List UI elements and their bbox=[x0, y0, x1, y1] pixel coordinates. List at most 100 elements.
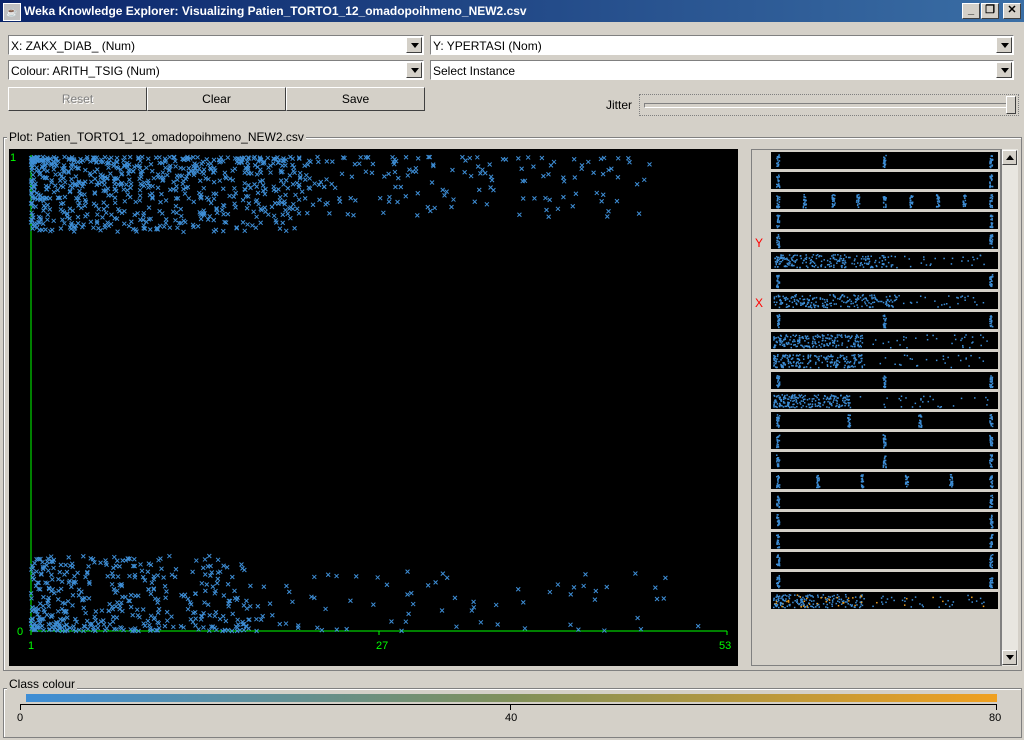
close-icon[interactable]: ✕ bbox=[1003, 3, 1021, 19]
jitter-slider[interactable] bbox=[639, 94, 1019, 116]
strip-point bbox=[846, 336, 849, 338]
strip-point bbox=[786, 335, 789, 338]
scatter-point bbox=[503, 157, 509, 162]
strip-point bbox=[777, 465, 780, 468]
scroll-down-icon[interactable] bbox=[1002, 650, 1017, 665]
attribute-strip[interactable] bbox=[771, 392, 998, 409]
attribute-strip[interactable] bbox=[771, 412, 998, 429]
attribute-strip[interactable] bbox=[771, 192, 998, 209]
minimize-icon[interactable]: _ bbox=[962, 3, 980, 19]
strip-point bbox=[922, 401, 924, 403]
strip-point bbox=[789, 339, 791, 341]
attribute-strip[interactable] bbox=[771, 452, 998, 469]
strip-point bbox=[959, 359, 962, 362]
strip-point bbox=[782, 400, 785, 403]
attribute-strip[interactable] bbox=[771, 432, 998, 449]
attribute-strip[interactable] bbox=[771, 572, 998, 589]
strip-point bbox=[883, 442, 885, 444]
attribute-strip[interactable] bbox=[771, 512, 998, 529]
strip-point bbox=[807, 354, 810, 357]
strip-point bbox=[800, 406, 803, 409]
scatter-point bbox=[126, 223, 132, 229]
attribute-strip[interactable] bbox=[771, 312, 998, 329]
strip-point bbox=[934, 257, 936, 260]
scatter-point bbox=[202, 600, 207, 605]
attribute-strip[interactable] bbox=[771, 352, 998, 369]
slider-thumb[interactable] bbox=[1006, 96, 1016, 114]
select-instance[interactable]: Select Instance bbox=[430, 60, 1014, 80]
strip-point bbox=[914, 402, 917, 405]
chevron-down-icon[interactable] bbox=[406, 62, 422, 78]
attribute-strip[interactable] bbox=[771, 272, 998, 289]
strip-point bbox=[991, 380, 993, 383]
strip-point bbox=[777, 424, 780, 427]
strip-point bbox=[963, 336, 966, 339]
scatter-point bbox=[180, 181, 186, 187]
chevron-down-icon[interactable] bbox=[996, 37, 1012, 53]
strip-point bbox=[887, 299, 889, 302]
strip-point bbox=[990, 422, 992, 425]
strip-point bbox=[837, 297, 839, 300]
strip-point bbox=[813, 600, 815, 602]
scatter-point bbox=[356, 161, 362, 167]
maximize-icon[interactable]: ❐ bbox=[981, 3, 999, 19]
attribute-strip[interactable] bbox=[771, 492, 998, 509]
scatter-point bbox=[34, 569, 39, 574]
strip-point bbox=[798, 338, 801, 341]
strip-point bbox=[785, 258, 787, 260]
attribute-strip[interactable] bbox=[771, 152, 998, 169]
attribute-strip[interactable] bbox=[771, 552, 998, 569]
attribute-strip[interactable] bbox=[771, 292, 998, 309]
strip-point bbox=[781, 259, 784, 262]
attribute-strip[interactable] bbox=[771, 532, 998, 549]
strip-point bbox=[779, 260, 781, 263]
y-axis-select[interactable]: Y: YPERTASI (Nom) bbox=[430, 35, 1014, 55]
colour-select[interactable]: Colour: ARITH_TSIG (Num) bbox=[8, 60, 424, 80]
weka-icon[interactable]: ☕ bbox=[3, 3, 21, 21]
attribute-strip[interactable] bbox=[771, 332, 998, 349]
scatter-point bbox=[82, 192, 87, 197]
strip-point bbox=[807, 342, 810, 344]
strip-point bbox=[831, 603, 833, 606]
scatter-point bbox=[121, 187, 127, 192]
strip-point bbox=[945, 603, 947, 606]
strip-point bbox=[794, 340, 796, 343]
attribute-strip[interactable] bbox=[771, 372, 998, 389]
attribute-strip[interactable] bbox=[771, 592, 998, 609]
scatter-point bbox=[88, 219, 94, 225]
save-button[interactable]: Save bbox=[286, 87, 425, 111]
strip-point bbox=[862, 474, 864, 476]
attribute-strip[interactable] bbox=[771, 212, 998, 229]
strip-point bbox=[776, 366, 778, 369]
attribute-strip[interactable] bbox=[771, 472, 998, 489]
reset-button[interactable]: Reset bbox=[8, 87, 147, 111]
strip-point bbox=[884, 357, 887, 359]
strip-point bbox=[831, 599, 834, 601]
scatter-point bbox=[101, 206, 107, 212]
scroll-up-icon[interactable] bbox=[1002, 150, 1017, 165]
strip-point bbox=[779, 343, 781, 346]
strip-point bbox=[903, 255, 906, 258]
strip-point bbox=[873, 294, 876, 297]
attribute-strip[interactable] bbox=[771, 252, 998, 269]
scatter-point bbox=[95, 621, 101, 627]
title-bar: ☕ Weka Knowledge Explorer: Visualizing P… bbox=[0, 0, 1024, 22]
scatter-svg[interactable]: 1 27 5310 bbox=[9, 149, 738, 666]
strip-point bbox=[828, 406, 830, 409]
strip-point bbox=[798, 340, 801, 343]
attribute-scrollbar[interactable] bbox=[1001, 149, 1018, 666]
attribute-strip[interactable] bbox=[771, 172, 998, 189]
scatter-point bbox=[387, 194, 392, 200]
x-axis-select[interactable]: X: ZAKX_DIAB_ (Num) bbox=[8, 35, 424, 55]
attribute-strip-svg bbox=[776, 474, 994, 489]
attribute-strip[interactable] bbox=[771, 232, 998, 249]
strip-point bbox=[778, 258, 781, 260]
chevron-down-icon[interactable] bbox=[996, 62, 1012, 78]
strip-point bbox=[816, 396, 818, 399]
strip-point bbox=[778, 196, 781, 198]
strip-point bbox=[787, 362, 790, 365]
strip-point bbox=[792, 354, 795, 356]
chevron-down-icon[interactable] bbox=[406, 37, 422, 53]
clear-button[interactable]: Clear bbox=[147, 87, 286, 111]
scatter-plot[interactable]: 1 27 53 1 0 bbox=[9, 149, 738, 666]
